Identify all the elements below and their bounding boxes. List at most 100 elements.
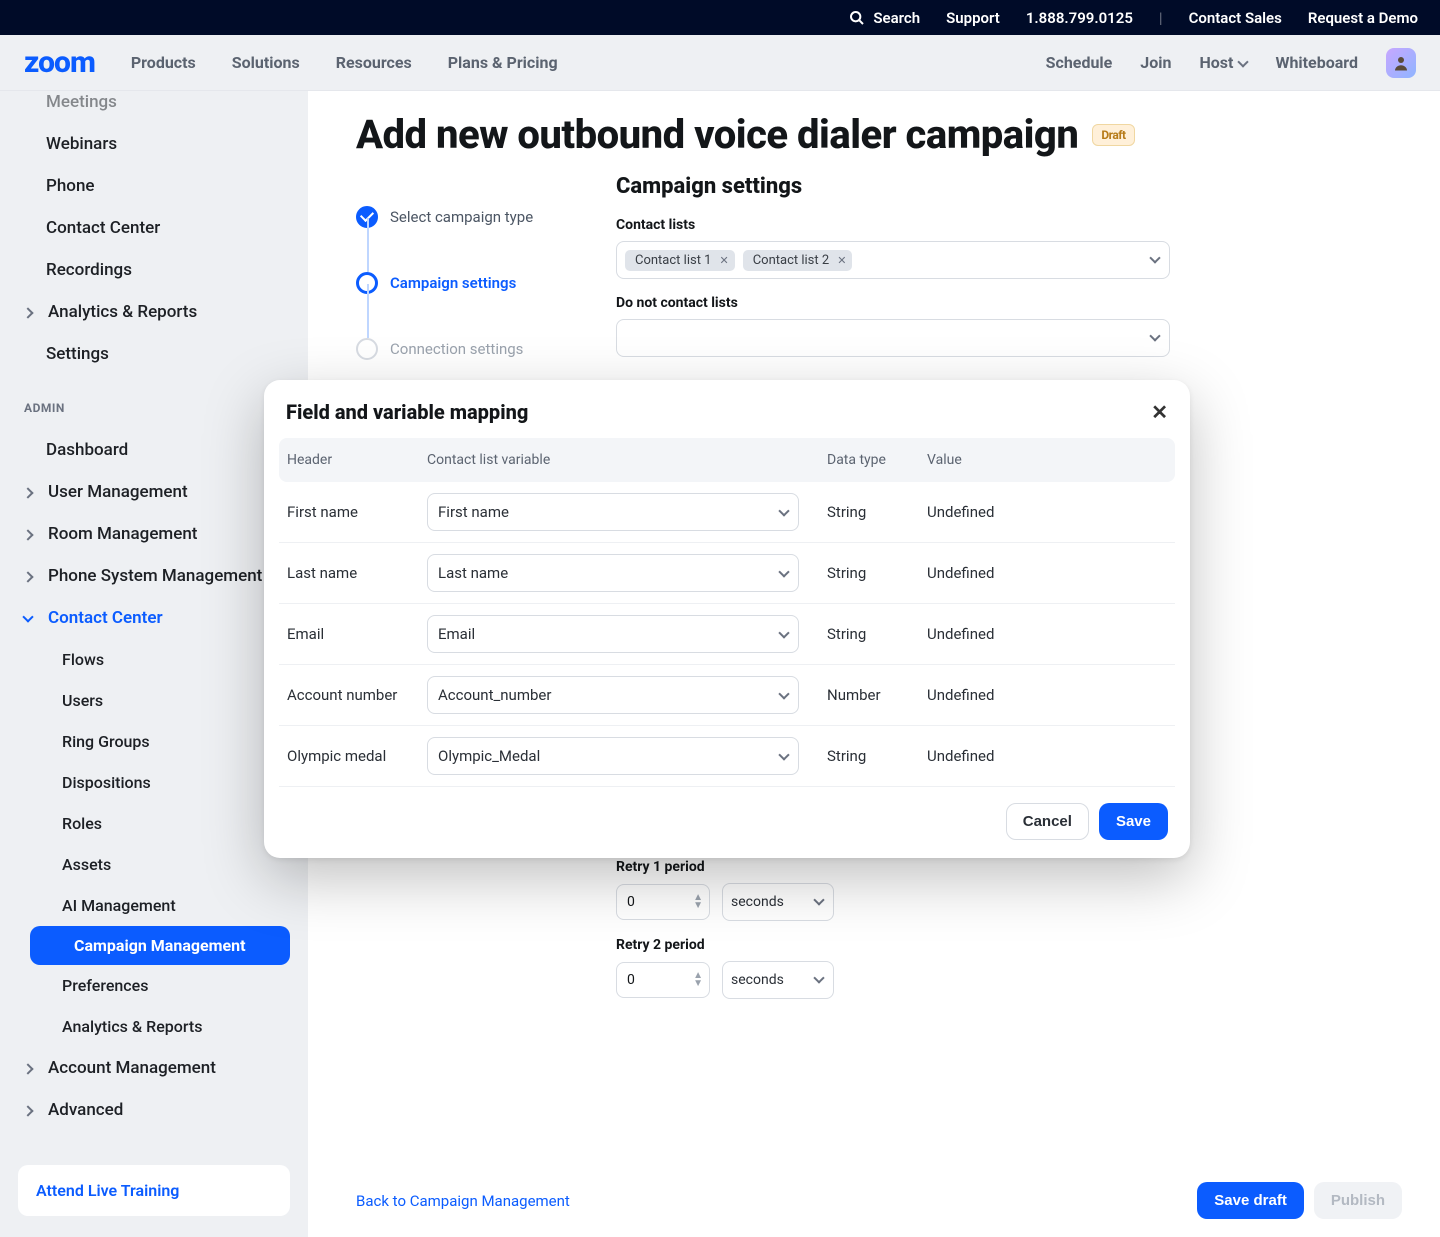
dnc-label: Do not contact lists: [616, 295, 1216, 311]
step-select-type[interactable]: Select campaign type: [356, 184, 576, 250]
sidebar-subitem[interactable]: Assets: [18, 844, 290, 885]
sidebar-item[interactable]: Phone System Management: [18, 555, 290, 597]
nav-plans[interactable]: Plans & Pricing: [448, 53, 558, 72]
page-title: Add new outbound voice dialer campaign: [356, 111, 1078, 158]
request-demo-link[interactable]: Request a Demo: [1308, 9, 1418, 27]
sidebar-item-label: Phone: [46, 176, 95, 196]
variable-select[interactable]: First name: [427, 493, 799, 531]
table-row: Olympic medalOlympic_MedalStringUndefine…: [279, 726, 1175, 787]
cancel-button[interactable]: Cancel: [1006, 803, 1089, 840]
search-link[interactable]: Search: [849, 9, 920, 27]
sidebar-subitem[interactable]: Campaign Management: [30, 926, 290, 965]
step-dot-done: [356, 206, 378, 228]
chip-remove-icon[interactable]: ✕: [719, 254, 728, 267]
sidebar-item[interactable]: Recordings: [18, 249, 290, 291]
sidebar-item[interactable]: Meetings: [18, 91, 290, 123]
sidebar-item[interactable]: Advanced: [18, 1089, 290, 1131]
sidebar-subitem[interactable]: Roles: [18, 803, 290, 844]
retry1-number[interactable]: 0 ▲▼: [616, 884, 710, 920]
retry2-unit-select[interactable]: seconds: [722, 961, 834, 999]
modal-header: Field and variable mapping ✕: [264, 400, 1190, 438]
contact-lists-label: Contact lists: [616, 217, 1216, 233]
sidebar-item-label: Dashboard: [46, 440, 128, 460]
sidebar-item[interactable]: Account Management: [18, 1047, 290, 1089]
variable-value: Account_number: [438, 686, 551, 704]
avatar[interactable]: [1386, 48, 1416, 78]
cell-type: String: [827, 625, 927, 643]
retry1-unit-select[interactable]: seconds: [722, 883, 834, 921]
number-spinner[interactable]: ▲▼: [693, 894, 703, 910]
close-icon[interactable]: ✕: [1151, 400, 1168, 424]
nav-whiteboard[interactable]: Whiteboard: [1275, 53, 1358, 72]
chevron-right-icon: [24, 482, 38, 502]
nav-products[interactable]: Products: [131, 53, 196, 72]
variable-select[interactable]: Olympic_Medal: [427, 737, 799, 775]
publish-button: Publish: [1314, 1182, 1402, 1219]
training-card[interactable]: Attend Live Training: [18, 1165, 290, 1216]
sidebar-item[interactable]: Analytics & Reports: [18, 291, 290, 333]
cell-header: Account number: [287, 686, 427, 704]
sidebar-subitem[interactable]: Ring Groups: [18, 721, 290, 762]
cell-type: String: [827, 564, 927, 582]
step-campaign-settings[interactable]: Campaign settings: [356, 250, 576, 316]
nav-host-label: Host: [1199, 53, 1233, 72]
sidebar-subitem[interactable]: Preferences: [18, 965, 290, 1006]
sidebar-subitem[interactable]: Users: [18, 680, 290, 721]
sidebar-item[interactable]: Room Management: [18, 513, 290, 555]
table-row: EmailEmailStringUndefined: [279, 604, 1175, 665]
sidebar-item-contact-center[interactable]: Contact Center: [18, 597, 290, 639]
nav-solutions[interactable]: Solutions: [232, 53, 300, 72]
sidebar-subitem[interactable]: Analytics & Reports: [18, 1006, 290, 1047]
sidebar-subitem[interactable]: Flows: [18, 639, 290, 680]
sidebar-item[interactable]: Settings: [18, 333, 290, 375]
zoom-logo[interactable]: zoom: [24, 45, 95, 80]
contact-sales-link[interactable]: Contact Sales: [1189, 9, 1282, 27]
contact-lists-select[interactable]: Contact list 1 ✕ Contact list 2 ✕: [616, 241, 1170, 279]
chip-remove-icon[interactable]: ✕: [837, 254, 846, 267]
chevron-right-icon: [24, 566, 38, 586]
chevron-right-icon: [24, 1100, 38, 1120]
phone-link[interactable]: 1.888.799.0125: [1026, 9, 1133, 27]
nav-join[interactable]: Join: [1140, 53, 1171, 72]
chevron-down-icon: [780, 625, 788, 643]
number-spinner[interactable]: ▲▼: [693, 972, 703, 988]
chevron-down-icon: [780, 564, 788, 582]
variable-select[interactable]: Last name: [427, 554, 799, 592]
sidebar-subitem[interactable]: AI Management: [18, 885, 290, 926]
back-link[interactable]: Back to Campaign Management: [356, 1192, 570, 1210]
sidebar: Meetings Webinars Phone Contact Center R…: [0, 91, 308, 1237]
cell-value: Undefined: [927, 747, 1167, 765]
chip-contact-list: Contact list 2 ✕: [743, 250, 853, 271]
nav-host[interactable]: Host: [1199, 53, 1247, 72]
sidebar-subitem[interactable]: Dispositions: [18, 762, 290, 803]
cell-value: Undefined: [927, 686, 1167, 704]
chevron-right-icon: [24, 302, 38, 322]
step-connection-settings[interactable]: Connection settings: [356, 316, 576, 382]
sidebar-item[interactable]: Phone: [18, 165, 290, 207]
table-row: First nameFirst nameStringUndefined: [279, 482, 1175, 543]
save-draft-button[interactable]: Save draft: [1197, 1182, 1304, 1219]
table-row: Account numberAccount_numberNumberUndefi…: [279, 665, 1175, 726]
sidebar-item[interactable]: User Management: [18, 471, 290, 513]
support-link[interactable]: Support: [946, 9, 1000, 27]
nav-schedule[interactable]: Schedule: [1046, 53, 1113, 72]
page-footer: Back to Campaign Management Save draft P…: [356, 1182, 1402, 1219]
retry1-value: 0: [627, 894, 635, 910]
retry2-number[interactable]: 0 ▲▼: [616, 962, 710, 998]
cell-header: Email: [287, 625, 427, 643]
dnc-select[interactable]: [616, 319, 1170, 357]
main-nav: Products Solutions Resources Plans & Pri…: [131, 53, 558, 72]
sidebar-item-label: Room Management: [48, 524, 197, 544]
variable-select[interactable]: Email: [427, 615, 799, 653]
sidebar-item-label: Recordings: [46, 260, 132, 280]
variable-select[interactable]: Account_number: [427, 676, 799, 714]
user-icon: [1392, 54, 1410, 72]
field-mapping-modal: Field and variable mapping ✕ Header Cont…: [264, 380, 1190, 858]
sidebar-item[interactable]: Dashboard: [18, 429, 290, 471]
step-label: Campaign settings: [390, 274, 516, 292]
save-button[interactable]: Save: [1099, 803, 1168, 840]
nav-resources[interactable]: Resources: [336, 53, 412, 72]
sidebar-item[interactable]: Contact Center: [18, 207, 290, 249]
sidebar-item[interactable]: Webinars: [18, 123, 290, 165]
cell-value: Undefined: [927, 564, 1167, 582]
